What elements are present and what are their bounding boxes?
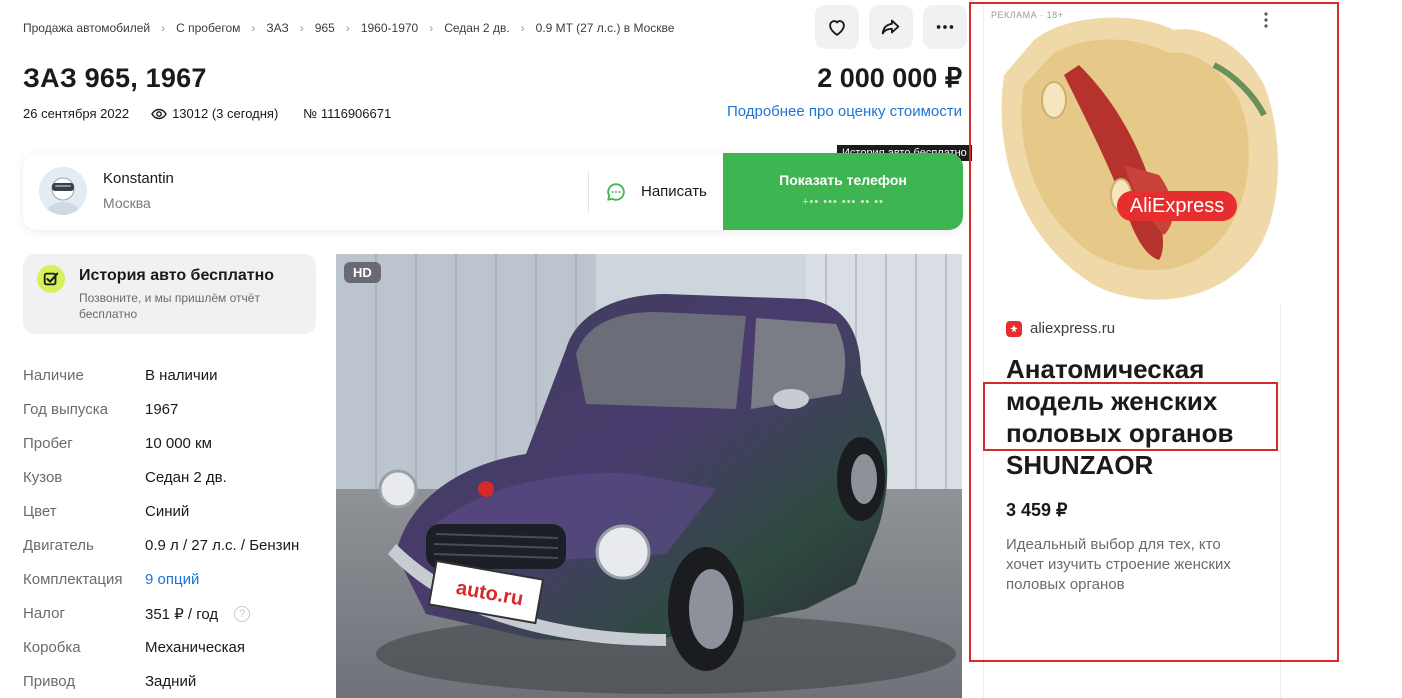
breadcrumb-item-model[interactable]: 965	[315, 21, 335, 35]
spec-value: 10 000 км	[145, 435, 212, 452]
ad-image[interactable]: AliExpress	[984, 5, 1282, 305]
listing-number: № 1116906671	[303, 106, 392, 121]
spec-row: Двигатель 0.9 л / 27 л.с. / Бензин	[23, 537, 299, 571]
spec-label: Налог	[23, 605, 65, 622]
views-count: 13012 (3 сегодня)	[172, 106, 279, 121]
breadcrumb-item-sales[interactable]: Продажа автомобилей	[23, 21, 150, 35]
history-title: История авто бесплатно	[79, 267, 275, 284]
spec-value: Синий	[145, 503, 190, 520]
options-link[interactable]: 9 опций	[145, 571, 199, 605]
breadcrumb-item-used[interactable]: С пробегом	[176, 21, 240, 35]
spec-value: Седан 2 дв.	[145, 469, 227, 486]
aliexpress-favicon-icon	[1006, 320, 1022, 337]
chevron-right-icon: ›	[429, 21, 434, 35]
ad-source[interactable]: aliexpress.ru	[1006, 320, 1115, 337]
listing-date: 26 сентября 2022	[23, 106, 130, 121]
breadcrumb-item-modification[interactable]: 0.9 MT (27 л.с.) в Москве	[536, 21, 675, 35]
phone-masked: +•• ••• ••• •• ••	[802, 196, 884, 208]
spec-row: Коробка Механическая	[23, 639, 299, 673]
seller-city: Москва	[103, 195, 151, 211]
chevron-right-icon: ›	[161, 21, 166, 35]
ad-label: РЕКЛАМА · 18+	[991, 10, 1064, 20]
ad-menu-icon[interactable]	[1261, 11, 1271, 29]
anatomical-model-image: AliExpress	[984, 5, 1282, 305]
ad-block[interactable]: AliExpress РЕКЛАМА · 18+ aliexpress.ru А…	[983, 5, 1282, 698]
price-estimate-link[interactable]: Подробнее про оценку стоимости	[727, 103, 962, 120]
share-button[interactable]	[869, 5, 913, 49]
spec-label: Пробег	[23, 435, 73, 452]
more-icon	[936, 25, 954, 29]
seller-card: Konstantin Москва Написать Показать теле…	[23, 153, 963, 230]
spec-label: Цвет	[23, 503, 57, 520]
chevron-right-icon: ›	[299, 21, 304, 35]
spec-label: Коробка	[23, 639, 81, 656]
spec-label: Наличие	[23, 367, 84, 384]
car-image: auto.ru	[336, 254, 962, 698]
spec-label: Кузов	[23, 469, 63, 486]
more-button[interactable]	[923, 5, 967, 49]
ad-title[interactable]: Анатомическая модель женских половых орг…	[1006, 353, 1276, 481]
spec-row: Кузов Седан 2 дв.	[23, 469, 299, 503]
spec-row: Наличие В наличии	[23, 367, 299, 401]
eye-icon	[151, 108, 167, 119]
listing-actions	[815, 5, 967, 49]
spec-label: Год выпуска	[23, 401, 108, 418]
specs-list: Наличие В наличии Год выпуска 1967 Пробег 1…	[23, 367, 299, 698]
seller-name[interactable]: Konstantin	[103, 170, 174, 187]
spec-value: Механическая	[145, 639, 246, 656]
spec-row: Цвет Синий	[23, 503, 299, 537]
car-photo[interactable]: auto.ru HD	[336, 254, 962, 698]
heart-icon	[829, 20, 845, 36]
listing-title: ЗАЗ 965, 1967	[23, 63, 207, 93]
spec-row: Привод Задний	[23, 673, 299, 698]
show-phone-label: Показать телефон	[779, 172, 907, 188]
spec-value: Задний	[145, 673, 197, 690]
spec-value: 0.9 л / 27 л.с. / Бензин	[145, 537, 300, 554]
breadcrumb-item-brand[interactable]: ЗАЗ	[266, 21, 288, 35]
hd-badge: HD	[344, 262, 381, 283]
report-check-icon	[37, 265, 65, 293]
ad-price: 3 459 ₽	[1006, 500, 1068, 520]
spec-row: Комплектация 9 опций	[23, 571, 299, 605]
avatar[interactable]	[39, 167, 87, 215]
ad-description: Идеальный выбор для тех, кто хочет изучи…	[1006, 536, 1231, 593]
spec-row: Пробег 10 000 км	[23, 435, 299, 469]
spec-row: Налог 351 ₽ / год?	[23, 605, 299, 639]
aliexpress-logo: AliExpress	[1130, 195, 1224, 217]
help-icon[interactable]: ?	[234, 606, 251, 622]
chevron-right-icon: ›	[251, 21, 256, 35]
breadcrumb-item-generation[interactable]: 1960-1970	[361, 21, 418, 35]
user-avatar-icon	[39, 167, 87, 215]
chevron-right-icon: ›	[345, 21, 350, 35]
chat-icon	[607, 182, 625, 201]
history-subtitle: Позвоните, и мы пришлём отчёт бесплатно	[79, 291, 260, 321]
spec-value: 1967	[145, 401, 179, 418]
favorite-button[interactable]	[815, 5, 859, 49]
spec-value: В наличии	[145, 367, 218, 384]
spec-label: Двигатель	[23, 537, 94, 554]
breadcrumb-item-body[interactable]: Седан 2 дв.	[444, 21, 509, 35]
spec-value-tax: 351 ₽ / год?	[145, 605, 251, 639]
show-phone-button[interactable]: Показать телефон +•• ••• ••• •• ••	[723, 153, 963, 230]
chevron-right-icon: ›	[520, 21, 525, 35]
spec-row: Год выпуска 1967	[23, 401, 299, 435]
history-report-box[interactable]: История авто бесплатно Позвоните, и мы п…	[23, 254, 316, 334]
share-icon	[881, 19, 900, 35]
listing-meta: 26 сентября 2022 13012 (3 сегодня) № 111…	[23, 106, 391, 121]
write-message-label: Написать	[641, 183, 707, 200]
listing-price: 2 000 000 ₽	[817, 63, 962, 93]
breadcrumb: Продажа автомобилей › С пробегом › ЗАЗ ›…	[23, 21, 674, 35]
tax-value: 351 ₽ / год	[145, 606, 219, 623]
spec-label: Комплектация	[23, 571, 123, 588]
write-message-button[interactable]: Написать	[603, 153, 707, 230]
ad-source-domain: aliexpress.ru	[1030, 320, 1116, 337]
divider	[588, 171, 589, 213]
spec-label: Привод	[23, 673, 76, 690]
listing-views: 13012 (3 сегодня)	[151, 106, 278, 121]
